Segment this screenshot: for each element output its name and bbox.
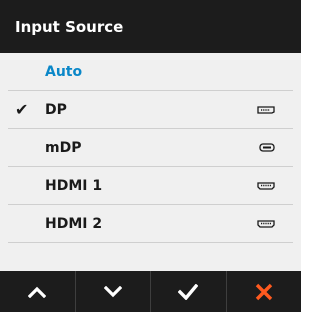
menu-item-hdmi-1[interactable]: HDMI 1 bbox=[8, 167, 293, 205]
chevron-up-icon bbox=[28, 286, 47, 298]
displayport-port-icon bbox=[257, 102, 275, 118]
menu-item-label: DP bbox=[45, 101, 67, 118]
input-source-osd: Input Source Auto ✔ DP mDP HDMI 1 HDMI 2 bbox=[0, 0, 301, 312]
menu-item-label: HDMI 2 bbox=[45, 215, 103, 232]
hdmi-port-icon bbox=[257, 216, 275, 232]
chevron-down-icon bbox=[103, 285, 122, 297]
hdmi-port-icon bbox=[257, 178, 275, 194]
mini-displayport-port-icon bbox=[259, 140, 275, 156]
menu-item-label: Auto bbox=[45, 63, 83, 80]
osd-header: Input Source bbox=[0, 0, 301, 53]
up-button[interactable] bbox=[0, 271, 76, 312]
down-button[interactable] bbox=[76, 271, 151, 312]
check-icon: ✔ bbox=[15, 100, 29, 119]
menu-item-label: mDP bbox=[45, 139, 82, 156]
menu-item-auto[interactable]: Auto bbox=[8, 53, 293, 91]
page-title: Input Source bbox=[15, 17, 124, 36]
menu-item-mdp[interactable]: mDP bbox=[8, 129, 293, 167]
menu-item-dp[interactable]: ✔ DP bbox=[8, 91, 293, 129]
osd-button-bar bbox=[0, 271, 301, 312]
confirm-button[interactable] bbox=[151, 271, 227, 312]
menu-item-label: HDMI 1 bbox=[45, 177, 103, 194]
close-icon bbox=[255, 283, 272, 300]
menu-item-hdmi-2[interactable]: HDMI 2 bbox=[8, 205, 293, 243]
close-button[interactable] bbox=[227, 271, 302, 312]
check-icon bbox=[178, 283, 199, 300]
input-source-menu: Auto ✔ DP mDP HDMI 1 HDMI 2 bbox=[8, 53, 293, 243]
